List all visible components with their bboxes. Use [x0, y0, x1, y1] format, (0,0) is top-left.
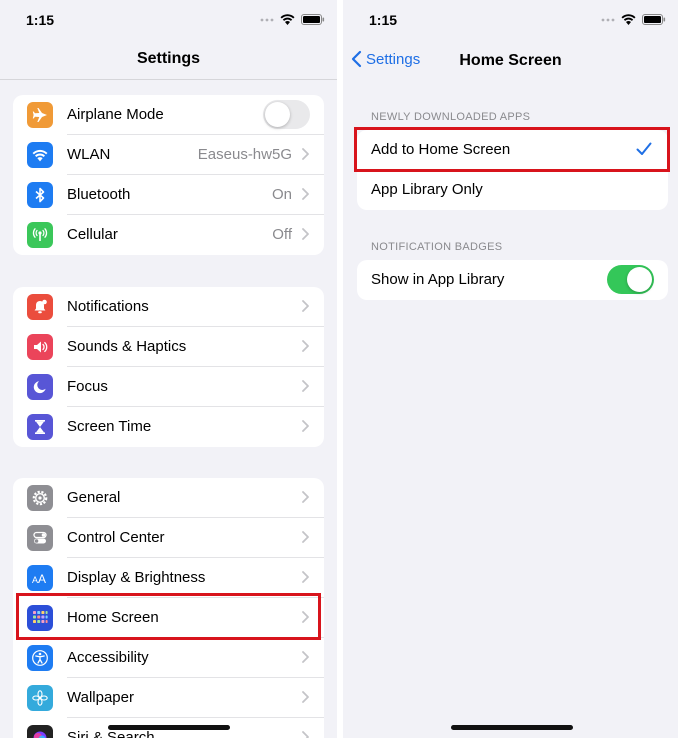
chevron-right-icon: [302, 148, 309, 160]
wlan-network-value: Easeus-hw5G: [197, 146, 292, 163]
wifi-signal-icon: [621, 14, 636, 25]
chevron-right-icon: [302, 380, 309, 392]
chevron-right-icon: [302, 340, 309, 352]
settings-row-cellular[interactable]: Cellular Off: [13, 215, 324, 255]
section-header-newly-downloaded: NEWLY DOWNLOADED APPS: [371, 111, 531, 123]
status-time: 1:15: [369, 12, 398, 28]
settings-group-general: General Control Center AA Display & Brig…: [13, 478, 324, 738]
settings-row-sounds-haptics[interactable]: Sounds & Haptics: [13, 327, 324, 367]
settings-row-label: Notifications: [67, 298, 149, 315]
chevron-right-icon: [302, 188, 309, 200]
page-title: Home Screen: [459, 52, 562, 69]
nav-divider: [0, 79, 337, 80]
settings-row-label: Screen Time: [67, 418, 152, 435]
cellular-icon: [27, 222, 53, 248]
settings-group-notifications: Notifications Sounds & Haptics Focus Scr…: [13, 287, 324, 447]
hourglass-icon: [27, 414, 53, 440]
settings-row-label: Home Screen: [67, 609, 159, 626]
more-dots-icon: [260, 18, 274, 21]
settings-row-wallpaper[interactable]: Wallpaper: [13, 678, 324, 718]
settings-screen: 1:15 Settings Airplane Mode WLAN Easeus-…: [0, 0, 337, 738]
settings-row-display-brightness[interactable]: AA Display & Brightness: [13, 558, 324, 598]
chevron-right-icon: [302, 491, 309, 503]
bluetooth-icon: [27, 182, 53, 208]
home-indicator: [108, 725, 230, 730]
settings-row-control-center[interactable]: Control Center: [13, 518, 324, 558]
section-header-notification-badges: NOTIFICATION BADGES: [371, 241, 503, 253]
settings-row-screen-time[interactable]: Screen Time: [13, 407, 324, 447]
chevron-right-icon: [302, 420, 309, 432]
checkmark-icon: [636, 142, 652, 155]
settings-row-label: Display & Brightness: [67, 569, 206, 586]
notification-badges-group: Show in App Library: [357, 260, 668, 300]
chevron-right-icon: [302, 691, 309, 703]
wifi-signal-icon: [280, 14, 295, 25]
settings-row-accessibility[interactable]: Accessibility: [13, 638, 324, 678]
option-add-to-home-screen[interactable]: Add to Home Screen: [357, 130, 668, 170]
bluetooth-status-value: On: [271, 186, 292, 203]
home-screen-settings-screen: 1:15 Settings Home Screen NEWLY DOWNLOAD…: [343, 0, 678, 738]
speaker-icon: [27, 334, 53, 360]
settings-row-label: Cellular: [67, 226, 118, 243]
settings-group-connectivity: Airplane Mode WLAN Easeus-hw5G Bluetooth…: [13, 95, 324, 255]
notifications-icon: [27, 294, 53, 320]
chevron-right-icon: [302, 571, 309, 583]
siri-icon: [27, 725, 53, 738]
settings-row-notifications[interactable]: Notifications: [13, 287, 324, 327]
settings-row-label: WLAN: [67, 146, 111, 163]
home-grid-icon: [27, 605, 53, 631]
settings-row-label: Focus: [67, 378, 108, 395]
newly-downloaded-apps-group: Add to Home Screen App Library Only: [357, 130, 668, 210]
option-app-library-only[interactable]: App Library Only: [357, 170, 668, 210]
cellular-status-value: Off: [272, 226, 292, 243]
switches-icon: [27, 525, 53, 551]
text-size-icon: AA: [27, 565, 53, 591]
airplane-mode-toggle[interactable]: [263, 100, 310, 129]
settings-row-general[interactable]: General: [13, 478, 324, 518]
battery-icon: [301, 14, 325, 25]
toggle-knob: [265, 102, 290, 127]
settings-row-label: Airplane Mode: [67, 106, 164, 123]
home-indicator: [451, 725, 573, 730]
settings-row-label: Wallpaper: [67, 689, 134, 706]
airplane-icon: [27, 102, 53, 128]
row-show-in-app-library: Show in App Library: [357, 260, 668, 300]
settings-row-home-screen[interactable]: Home Screen: [13, 598, 324, 638]
settings-row-airplane-mode: Airplane Mode: [13, 95, 324, 135]
status-bar: 1:15: [0, 10, 337, 32]
status-time: 1:15: [26, 12, 55, 28]
settings-row-label: General: [67, 489, 121, 506]
more-dots-icon: [601, 18, 615, 21]
settings-row-label: Sounds & Haptics: [67, 338, 187, 355]
chevron-right-icon: [302, 651, 309, 663]
status-icons: [601, 14, 666, 25]
settings-row-focus[interactable]: Focus: [13, 367, 324, 407]
moon-icon: [27, 374, 53, 400]
chevron-right-icon: [302, 228, 309, 240]
option-label: App Library Only: [371, 181, 483, 198]
chevron-right-icon: [302, 611, 309, 623]
accessibility-icon: [27, 645, 53, 671]
settings-row-label: Siri & Search: [67, 729, 155, 738]
battery-icon: [642, 14, 666, 25]
chevron-right-icon: [302, 531, 309, 543]
settings-row-label: Control Center: [67, 529, 165, 546]
settings-row-bluetooth[interactable]: Bluetooth On: [13, 175, 324, 215]
settings-row-label: Bluetooth: [67, 186, 131, 203]
option-label: Add to Home Screen: [371, 141, 511, 158]
toggle-knob: [627, 267, 652, 292]
settings-row-wlan[interactable]: WLAN Easeus-hw5G: [13, 135, 324, 175]
option-label: Show in App Library: [371, 271, 505, 288]
svg-text:A: A: [38, 572, 46, 585]
settings-row-label: Accessibility: [67, 649, 149, 666]
show-in-app-library-toggle[interactable]: [607, 265, 654, 294]
status-icons: [260, 14, 325, 25]
gear-icon: [27, 485, 53, 511]
chevron-right-icon: [302, 731, 309, 738]
wifi-icon: [27, 142, 53, 168]
chevron-right-icon: [302, 300, 309, 312]
page-title: Settings: [136, 50, 201, 67]
flower-icon: [27, 685, 53, 711]
status-bar: 1:15: [343, 10, 678, 32]
